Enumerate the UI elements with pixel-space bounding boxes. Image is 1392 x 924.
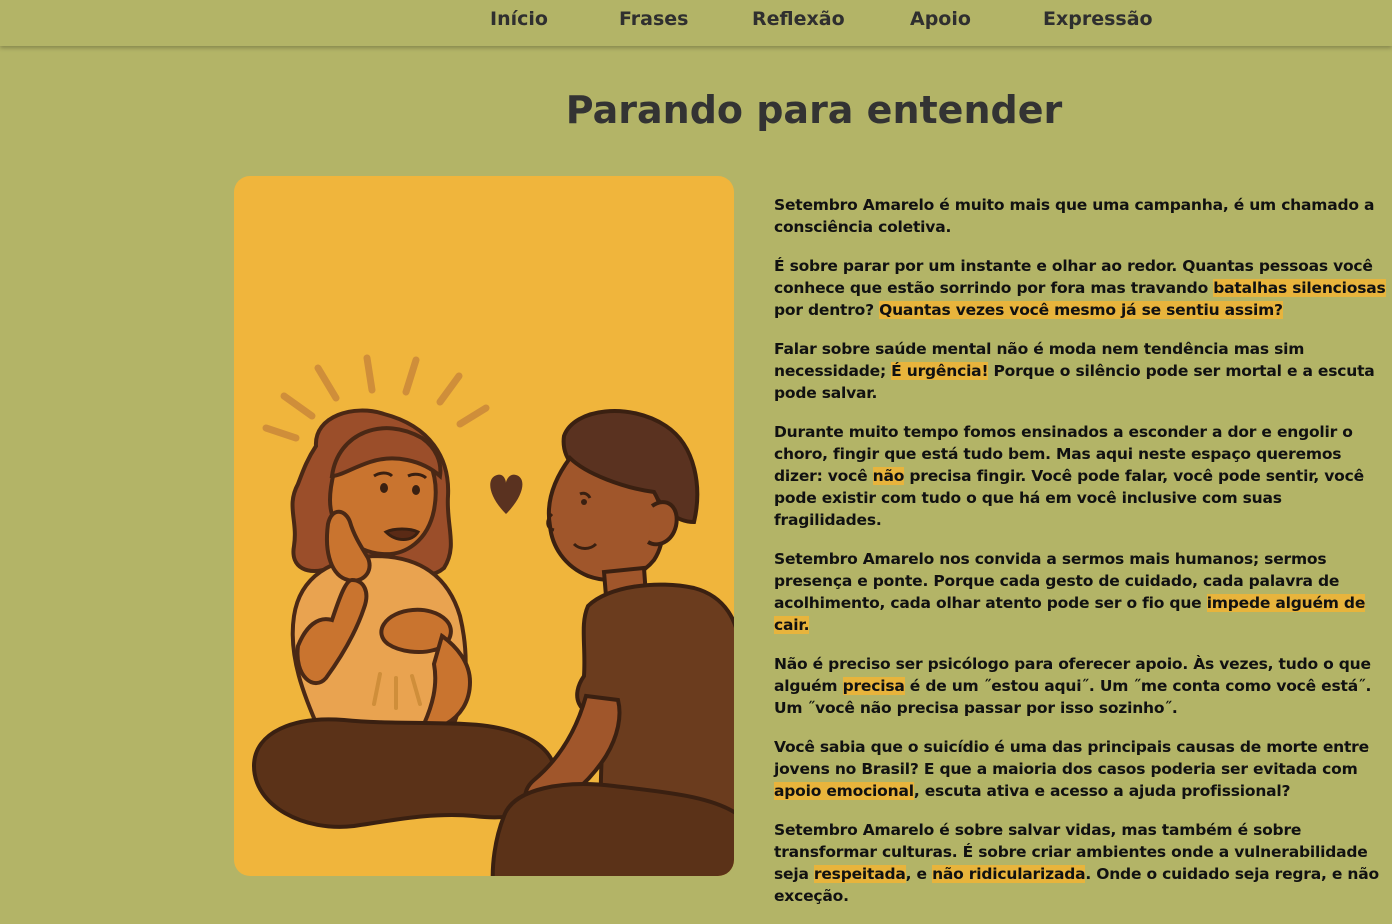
highlight-text: não xyxy=(872,467,905,485)
highlight-text: não ridicularizada xyxy=(932,865,1086,883)
nav-link-reflexao[interactable]: Reflexão xyxy=(752,8,845,30)
highlight-text: batalhas silenciosas xyxy=(1213,279,1386,297)
reflection-text: Setembro Amarelo é muito mais que uma ca… xyxy=(774,194,1392,924)
paragraph-1: Setembro Amarelo é muito mais que uma ca… xyxy=(774,196,1375,236)
boy-ear xyxy=(646,500,679,547)
paragraph-7: Você sabia que o suicídio é uma das prin… xyxy=(774,738,1369,800)
boy-pants xyxy=(490,782,734,876)
highlight-text: É urgência! xyxy=(891,362,989,380)
highlight-text: apoio emocional xyxy=(774,782,914,800)
nav-link-inicio[interactable]: Início xyxy=(490,8,548,30)
highlight-text: Quantas vezes você mesmo já se sentiu as… xyxy=(879,301,1283,319)
paragraph-4: Durante muito tempo fomos ensinados a es… xyxy=(774,423,1364,529)
nav-link-frases[interactable]: Frases xyxy=(619,8,688,30)
top-navbar: Início Frases Reflexão Apoio Expressão xyxy=(0,0,1392,46)
highlight-text: respeitada xyxy=(813,865,906,883)
section-title: Parando para entender xyxy=(565,88,1063,132)
highlight-text: precisa xyxy=(842,677,905,695)
nav-link-expressao[interactable]: Expressão xyxy=(1043,8,1153,30)
girl-eye-right xyxy=(412,485,420,495)
heart-icon xyxy=(490,474,523,514)
paragraph-5: Setembro Amarelo nos convida a sermos ma… xyxy=(774,550,1366,634)
nav-link-apoio[interactable]: Apoio xyxy=(910,8,971,30)
paragraph-8: Setembro Amarelo é sobre salvar vidas, m… xyxy=(774,821,1379,905)
paragraph-2: É sobre parar por um instante e olhar ao… xyxy=(774,257,1386,319)
girl-eye-left xyxy=(380,483,388,493)
illustration-card xyxy=(234,176,734,876)
paragraph-6: Não é preciso ser psicólogo para oferece… xyxy=(774,655,1372,717)
paragraph-3: Falar sobre saúde mental não é moda nem … xyxy=(774,340,1375,402)
two-people-conversation-illustration xyxy=(251,354,734,876)
